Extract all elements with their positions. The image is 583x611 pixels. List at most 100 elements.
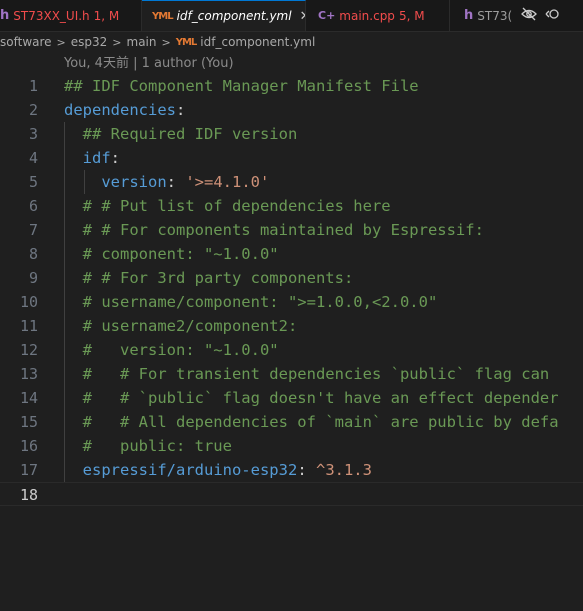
code-line[interactable]: 11 # username2/component2:: [0, 314, 583, 338]
git-blame-codelens[interactable]: You, 4天前 | 1 author (You): [64, 53, 234, 75]
indent-guide: [64, 218, 65, 242]
comment-text: # username/component: ">=1.0.0,<2.0.0": [64, 293, 438, 311]
code-line[interactable]: 2 dependencies:: [0, 98, 583, 122]
line-number: 17: [19, 461, 38, 479]
yaml-key: idf: [82, 149, 111, 167]
h-file-icon: h: [464, 8, 474, 23]
yaml-key: version: [101, 173, 167, 191]
code-line[interactable]: 7 # # For components maintained by Espre…: [0, 218, 583, 242]
chevron-right-icon: >: [161, 35, 171, 49]
go-to-changes-icon[interactable]: [545, 7, 561, 25]
tab-bar: h ST73XX_UI.h 1, M YML idf_component.yml…: [0, 0, 583, 32]
code-line[interactable]: 8 # component: "~1.0.0": [0, 242, 583, 266]
breadcrumb-main[interactable]: main: [127, 35, 157, 49]
comment-text: # component: "~1.0.0": [64, 245, 279, 263]
breadcrumb-esp32[interactable]: esp32: [71, 35, 108, 49]
code-text: dependencies:: [64, 98, 185, 122]
line-number: 18: [19, 486, 38, 504]
yaml-value: '>=4.1.0': [185, 173, 270, 191]
eye-off-icon[interactable]: [521, 7, 537, 25]
line-number: 2: [28, 101, 38, 119]
tab-idf-component-yml[interactable]: YML idf_component.yml ✕: [142, 0, 306, 31]
line-number: 3: [28, 125, 38, 143]
code-text: # # All dependencies of `main` are publi…: [64, 410, 559, 434]
code-text: # component: "~1.0.0": [64, 242, 279, 266]
comment-text: # # `public` flag doesn't have an effect…: [64, 389, 559, 407]
tab-label: ST73XX_UI.h: [13, 8, 90, 23]
line-number: 14: [19, 389, 38, 407]
code-text: # # For 3rd party components:: [64, 266, 354, 290]
tab-status: 1, M: [93, 8, 120, 23]
breadcrumb-software[interactable]: software: [0, 35, 52, 49]
indent-guide: [83, 170, 85, 194]
code-text: # version: "~1.0.0": [64, 338, 279, 362]
tab-main-cpp[interactable]: C+ main.cpp 5, M: [306, 0, 450, 31]
code-line[interactable]: 9 # # For 3rd party components:: [0, 266, 583, 290]
line-number: 16: [19, 437, 38, 455]
code-line[interactable]: 10 # username/component: ">=1.0.0,<2.0.0…: [0, 290, 583, 314]
line-number: 7: [28, 221, 38, 239]
yaml-colon: :: [175, 101, 186, 119]
indent-guide: [64, 122, 65, 146]
yaml-colon: :: [110, 149, 121, 167]
code-line[interactable]: 5 version: '>=4.1.0': [0, 170, 583, 194]
comment-text: # # For 3rd party components:: [64, 269, 354, 287]
line-number: 11: [19, 317, 38, 335]
tab-status: 5, M: [398, 8, 425, 23]
yaml-colon: :: [297, 461, 316, 479]
yaml-colon: :: [166, 173, 186, 191]
code-line[interactable]: 13 # # For transient dependencies `publi…: [0, 362, 583, 386]
code-editor[interactable]: 1 ## IDF Component Manager Manifest File 2…: [0, 74, 583, 506]
code-line[interactable]: 3 ## Required IDF version: [0, 122, 583, 146]
tab-st73xx-ui-h[interactable]: h ST73XX_UI.h 1, M: [0, 0, 142, 31]
indent-guide: [64, 266, 65, 290]
indent-guide: [64, 242, 65, 266]
code-text: # # For transient dependencies `public` …: [64, 362, 550, 386]
code-text: ## IDF Component Manager Manifest File: [64, 74, 419, 98]
indent-guide: [64, 338, 65, 362]
tab-label: main.cpp: [339, 8, 395, 23]
code-line[interactable]: 6 # # Put list of dependencies here: [0, 194, 583, 218]
indent-guide: [64, 386, 65, 410]
code-line[interactable]: 17 espressif/arduino-esp32: ^3.1.3: [0, 458, 583, 482]
comment-text: ## IDF Component Manager Manifest File: [64, 77, 419, 95]
indent-guide: [64, 314, 65, 338]
code-line[interactable]: 4 idf:: [0, 146, 583, 170]
comment-text: ## Required IDF version: [64, 125, 298, 143]
line-number: 5: [28, 173, 38, 191]
line-number: 1: [28, 77, 38, 95]
code-text: # username/component: ">=1.0.0,<2.0.0": [64, 290, 438, 314]
comment-text: # version: "~1.0.0": [64, 341, 279, 359]
code-text: # # `public` flag doesn't have an effect…: [64, 386, 559, 410]
indent-guide: [64, 194, 65, 218]
code-line[interactable]: 18: [0, 482, 583, 506]
code-line[interactable]: 12 # version: "~1.0.0": [0, 338, 583, 362]
code-text: # public: true: [64, 434, 232, 458]
comment-text: # public: true: [64, 437, 232, 455]
indent-guide: [64, 290, 65, 314]
indent-guide: [64, 362, 65, 386]
line-number: 6: [28, 197, 38, 215]
comment-text: # # For components maintained by Espress…: [64, 221, 484, 239]
code-text: version: '>=4.1.0': [64, 170, 269, 194]
indent-guide: [64, 434, 65, 458]
comment-text: # # For transient dependencies `public` …: [64, 365, 550, 383]
indent-guide: [64, 410, 65, 434]
code-line[interactable]: 16 # public: true: [0, 434, 583, 458]
code-text: # # For components maintained by Espress…: [64, 218, 484, 242]
yaml-file-icon: YML: [152, 10, 174, 22]
code-line[interactable]: 1 ## IDF Component Manager Manifest File: [0, 74, 583, 98]
code-line[interactable]: 14 # # `public` flag doesn't have an eff…: [0, 386, 583, 410]
tab-label: ST73(: [477, 8, 513, 23]
comment-text: # username2/component2:: [64, 317, 298, 335]
code-text: espressif/arduino-esp32: ^3.1.3: [64, 458, 372, 482]
yaml-key: dependencies: [64, 101, 176, 119]
indent-guide: [64, 146, 65, 170]
breadcrumb-file[interactable]: idf_component.yml: [200, 35, 315, 49]
editor-actions: [515, 0, 583, 31]
comment-text: # # Put list of dependencies here: [64, 197, 391, 215]
breadcrumb: software > esp32 > main > YML idf_compon…: [0, 31, 583, 53]
line-number: 13: [19, 365, 38, 383]
code-line[interactable]: 15 # # All dependencies of `main` are pu…: [0, 410, 583, 434]
line-number: 15: [19, 413, 38, 431]
